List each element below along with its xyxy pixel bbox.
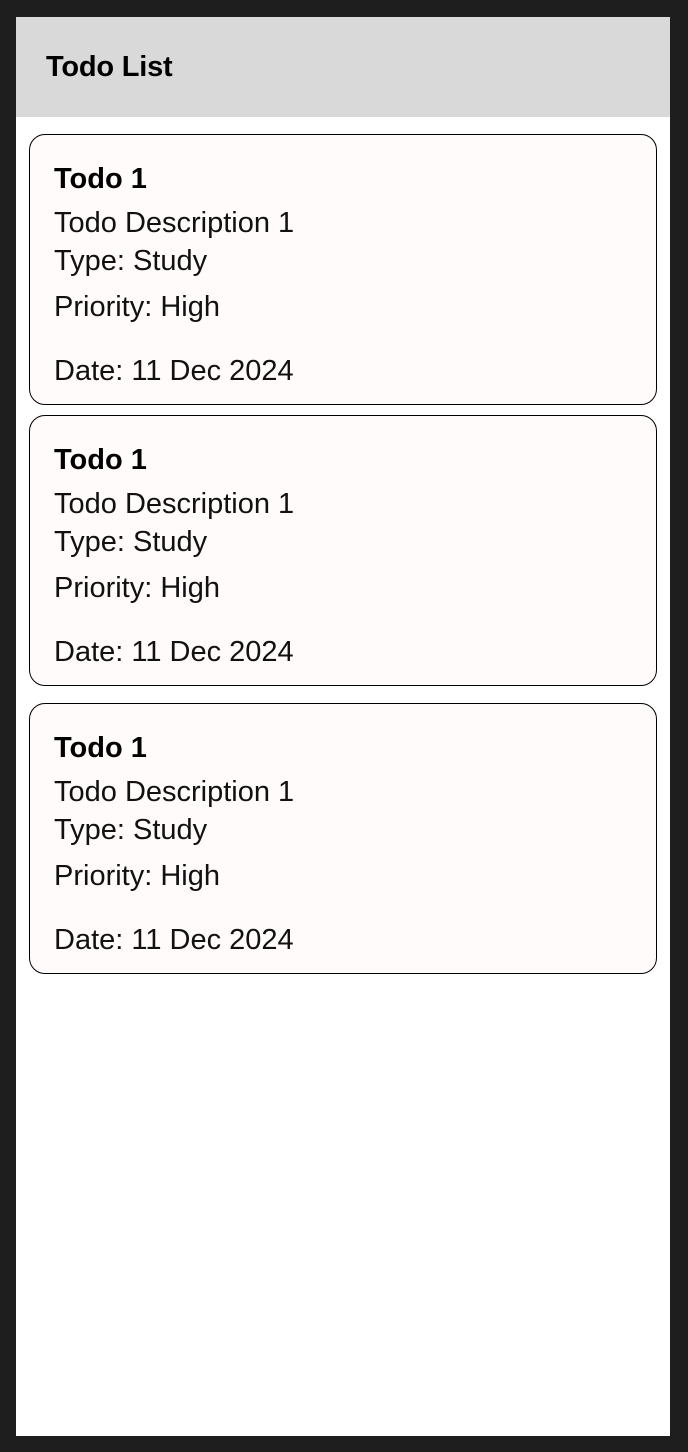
todo-type: Type: Study xyxy=(54,814,208,846)
todo-priority: Priority: High xyxy=(54,291,220,323)
todo-title: Todo 1 xyxy=(54,732,147,764)
todo-description: Todo Description 1 xyxy=(54,776,295,808)
app-header: Todo List xyxy=(16,17,670,117)
todo-description: Todo Description 1 xyxy=(54,488,295,520)
todo-type: Type: Study xyxy=(54,526,208,558)
todo-title: Todo 1 xyxy=(54,444,147,476)
todo-card[interactable]: Todo 1 Todo Description 1 Type: Study Pr… xyxy=(29,134,657,405)
app-screen: Todo List Todo 1 Todo Description 1 Type… xyxy=(16,17,670,1436)
todo-card[interactable]: Todo 1 Todo Description 1 Type: Study Pr… xyxy=(29,703,657,974)
todo-priority: Priority: High xyxy=(54,860,220,892)
todo-date: Date: 11 Dec 2024 xyxy=(54,924,294,956)
todo-priority: Priority: High xyxy=(54,572,220,604)
todo-card[interactable]: Todo 1 Todo Description 1 Type: Study Pr… xyxy=(29,415,657,686)
todo-type: Type: Study xyxy=(54,245,208,277)
todo-date: Date: 11 Dec 2024 xyxy=(54,636,294,668)
page-title: Todo List xyxy=(46,50,173,83)
todo-title: Todo 1 xyxy=(54,163,147,195)
todo-description: Todo Description 1 xyxy=(54,207,295,239)
todo-date: Date: 11 Dec 2024 xyxy=(54,355,294,387)
